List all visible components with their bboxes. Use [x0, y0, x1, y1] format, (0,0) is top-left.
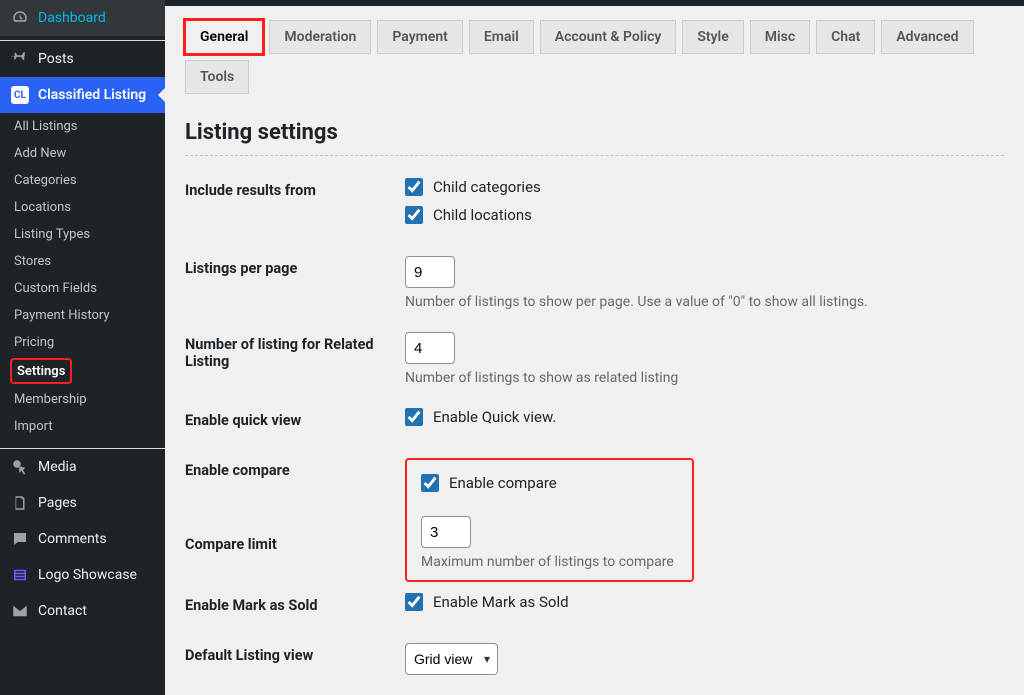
subitem-add-new[interactable]: Add New [0, 140, 165, 167]
input-related-listing[interactable] [405, 332, 455, 364]
checkbox-input[interactable] [405, 593, 423, 611]
sidebar-item-media[interactable]: Media [0, 449, 165, 485]
subitem-listing-types[interactable]: Listing Types [0, 221, 165, 248]
tab-style[interactable]: Style [682, 20, 743, 54]
checkbox-mark-sold[interactable]: Enable Mark as Sold [405, 593, 1004, 611]
label-related-listing: Number of listing for Related Listing [185, 332, 405, 370]
subitem-stores[interactable]: Stores [0, 248, 165, 275]
admin-sidebar: Dashboard Posts CL Classified Listing Al… [0, 0, 165, 695]
checkbox-input[interactable] [405, 206, 423, 224]
desc-related-listing: Number of listings to show as related li… [405, 370, 1004, 386]
checkbox-quick-view[interactable]: Enable Quick view. [405, 408, 1004, 426]
tab-account-policy[interactable]: Account & Policy [540, 20, 677, 54]
media-icon [10, 457, 30, 477]
sidebar-item-label: Pages [38, 495, 77, 511]
mail-icon [10, 601, 30, 621]
sidebar-item-label: Contact [38, 603, 87, 619]
subitem-settings[interactable]: Settings [17, 364, 65, 379]
pin-icon [10, 49, 30, 69]
desc-listings-per-page: Number of listings to show per page. Use… [405, 294, 1004, 310]
sidebar-item-pages[interactable]: Pages [0, 485, 165, 521]
page-title: Listing settings [185, 120, 1004, 145]
subitem-membership[interactable]: Membership [0, 386, 165, 413]
checkbox-child-categories[interactable]: Child categories [405, 178, 1004, 196]
subitem-custom-fields[interactable]: Custom Fields [0, 275, 165, 302]
sidebar-item-logo-showcase[interactable]: Logo Showcase [0, 557, 165, 593]
subitem-import[interactable]: Import [0, 413, 165, 440]
subitem-all-listings[interactable]: All Listings [0, 113, 165, 140]
sidebar-item-label: Dashboard [38, 10, 106, 26]
checkbox-input[interactable] [405, 178, 423, 196]
label-listings-per-page: Listings per page [185, 256, 405, 277]
select-default-view[interactable]: Grid view [405, 643, 498, 675]
sidebar-item-dashboard[interactable]: Dashboard [0, 0, 165, 36]
compare-highlight-group: Enable compare Maximum number of listing… [405, 458, 694, 582]
label-include-results: Include results from [185, 178, 405, 199]
desc-compare-limit: Maximum number of listings to compare [421, 554, 674, 570]
sidebar-item-label: Logo Showcase [38, 567, 137, 583]
label-quick-view: Enable quick view [185, 408, 405, 429]
gauge-icon [10, 8, 30, 28]
sidebar-item-comments[interactable]: Comments [0, 521, 165, 557]
tab-misc[interactable]: Misc [750, 20, 810, 54]
tab-chat[interactable]: Chat [816, 20, 875, 54]
checkbox-input[interactable] [405, 408, 423, 426]
sidebar-item-contact[interactable]: Contact [0, 593, 165, 629]
subitem-pricing[interactable]: Pricing [0, 329, 165, 356]
logo-showcase-icon [10, 565, 30, 585]
sidebar-item-classified-listing[interactable]: CL Classified Listing [0, 77, 165, 113]
checkbox-child-locations[interactable]: Child locations [405, 206, 1004, 224]
tab-advanced[interactable]: Advanced [881, 20, 973, 54]
divider [185, 155, 1004, 156]
page-icon [10, 493, 30, 513]
sidebar-item-label: Posts [38, 51, 74, 67]
label-default-view: Default Listing view [185, 643, 405, 664]
checkbox-input[interactable] [421, 474, 439, 492]
subitem-locations[interactable]: Locations [0, 194, 165, 221]
comment-icon [10, 529, 30, 549]
label-compare-limit: Compare limit [185, 532, 405, 553]
input-listings-per-page[interactable] [405, 256, 455, 288]
sidebar-item-posts[interactable]: Posts [0, 41, 165, 77]
label-mark-sold: Enable Mark as Sold [185, 593, 405, 614]
subitem-payment-history[interactable]: Payment History [0, 302, 165, 329]
checkbox-enable-compare[interactable]: Enable compare [421, 474, 674, 492]
sidebar-item-label: Classified Listing [38, 87, 146, 103]
tab-moderation[interactable]: Moderation [269, 20, 371, 54]
sidebar-item-label: Comments [38, 531, 107, 547]
subitem-categories[interactable]: Categories [0, 167, 165, 194]
classified-icon: CL [10, 85, 30, 105]
tab-tools[interactable]: Tools [185, 60, 249, 94]
input-compare-limit[interactable] [421, 516, 471, 548]
tab-email[interactable]: Email [469, 20, 534, 54]
tab-general[interactable]: General [185, 20, 263, 54]
settings-content: General Moderation Payment Email Account… [165, 0, 1024, 695]
sidebar-item-label: Media [38, 459, 77, 475]
label-enable-compare: Enable compare [185, 458, 405, 479]
settings-tabs: General Moderation Payment Email Account… [185, 20, 1004, 94]
tab-payment[interactable]: Payment [377, 20, 463, 54]
